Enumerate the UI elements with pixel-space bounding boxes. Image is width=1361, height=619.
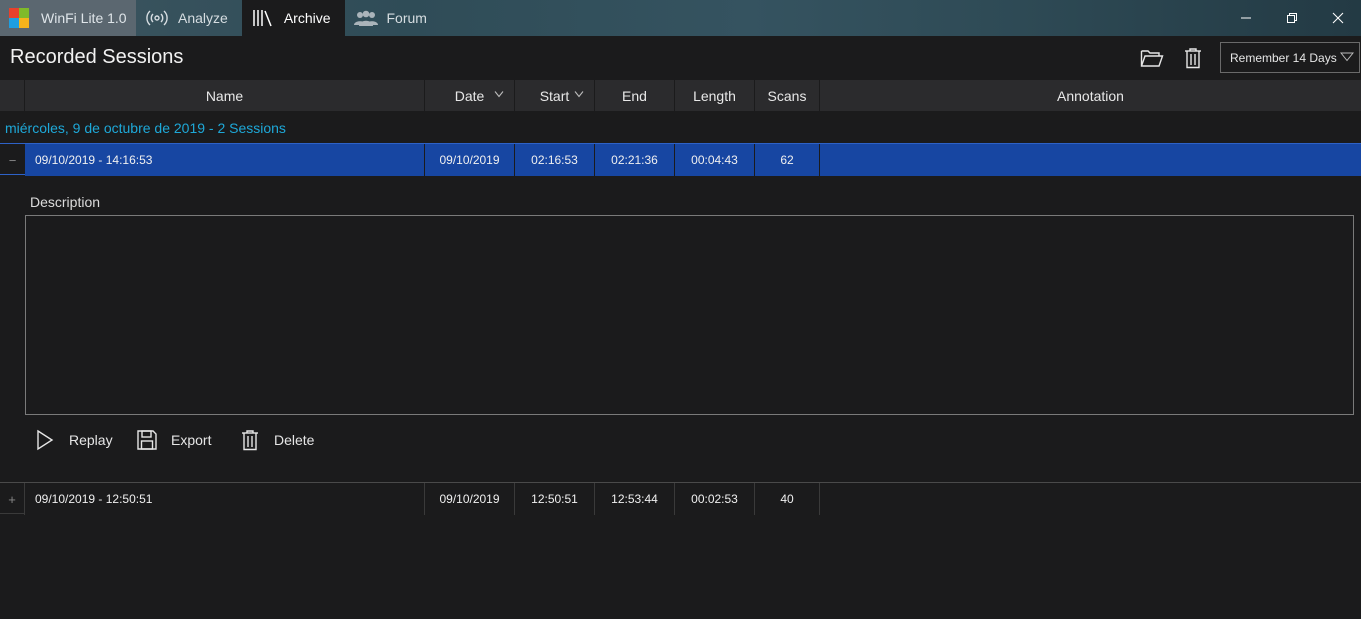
- cell-name: 09/10/2019 - 14:16:53: [25, 144, 425, 176]
- app-logo-icon: [9, 8, 29, 28]
- column-date[interactable]: Date: [425, 80, 515, 111]
- restore-button[interactable]: [1269, 0, 1315, 36]
- save-icon: [135, 428, 159, 452]
- column-end[interactable]: End: [595, 80, 675, 111]
- cell-start: 12:50:51: [515, 483, 595, 515]
- title-bar: WinFi Lite 1.0 Analyze Archive Forum: [0, 0, 1361, 36]
- window-controls: [1223, 0, 1361, 36]
- retention-dropdown[interactable]: Remember 14 Days: [1220, 42, 1360, 73]
- description-field[interactable]: [25, 215, 1354, 415]
- collapse-toggle[interactable]: −: [0, 144, 25, 176]
- cell-end: 12:53:44: [595, 483, 675, 515]
- tab-label: Archive: [283, 10, 331, 26]
- column-annotation[interactable]: Annotation: [820, 80, 1361, 111]
- users-icon: [353, 8, 379, 28]
- tab-analyze[interactable]: Analyze: [136, 0, 242, 36]
- table-row[interactable]: + 09/10/2019 - 12:50:51 09/10/2019 12:50…: [0, 482, 1361, 515]
- app-name: WinFi Lite 1.0: [41, 10, 127, 26]
- close-button[interactable]: [1315, 0, 1361, 36]
- minimize-button[interactable]: [1223, 0, 1269, 36]
- cell-scans: 62: [755, 144, 820, 176]
- column-name[interactable]: Name: [25, 80, 425, 111]
- cell-start: 02:16:53: [515, 144, 595, 176]
- cell-length: 00:04:43: [675, 144, 755, 176]
- description-label: Description: [30, 194, 101, 210]
- app-badge: WinFi Lite 1.0: [0, 0, 136, 36]
- trash-icon: [238, 428, 262, 452]
- group-header[interactable]: miércoles, 9 de octubre de 2019 - 2 Sess…: [5, 120, 286, 136]
- open-folder-button[interactable]: [1140, 46, 1164, 70]
- cell-date: 09/10/2019: [425, 483, 515, 515]
- export-button[interactable]: Export: [135, 428, 211, 452]
- cell-scans: 40: [755, 483, 820, 515]
- close-icon: [1332, 12, 1344, 24]
- column-start[interactable]: Start: [515, 80, 595, 111]
- library-icon: [250, 8, 276, 28]
- folder-open-icon: [1140, 50, 1164, 67]
- column-length[interactable]: Length: [675, 80, 755, 111]
- cell-annotation[interactable]: [820, 144, 1361, 176]
- restore-icon: [1287, 13, 1297, 23]
- retention-value: Remember 14 Days: [1230, 50, 1337, 65]
- table-row[interactable]: − 09/10/2019 - 14:16:53 09/10/2019 02:16…: [0, 143, 1361, 176]
- chevron-down-icon: [1340, 52, 1354, 62]
- radio-waves-icon: [144, 8, 170, 28]
- delete-all-button[interactable]: [1181, 46, 1205, 70]
- column-scans[interactable]: Scans: [755, 80, 820, 111]
- delete-button[interactable]: Delete: [238, 428, 314, 452]
- replay-button[interactable]: Replay: [33, 428, 113, 452]
- sort-down-icon: [574, 91, 584, 98]
- cell-annotation[interactable]: [820, 483, 1361, 515]
- tab-archive[interactable]: Archive: [241, 0, 345, 36]
- trash-icon: [1185, 48, 1201, 69]
- cell-name: 09/10/2019 - 12:50:51: [25, 483, 425, 515]
- tab-forum[interactable]: Forum: [345, 0, 441, 36]
- play-icon: [33, 428, 57, 452]
- cell-length: 00:02:53: [675, 483, 755, 515]
- expand-toggle[interactable]: +: [0, 483, 25, 515]
- cell-end: 02:21:36: [595, 144, 675, 176]
- tab-label: Analyze: [178, 10, 228, 26]
- column-expander: [0, 80, 25, 111]
- tab-label: Forum: [386, 10, 427, 26]
- page-title: Recorded Sessions: [10, 46, 184, 68]
- minimize-icon: [1241, 17, 1251, 19]
- sort-down-icon: [494, 91, 504, 98]
- cell-date: 09/10/2019: [425, 144, 515, 176]
